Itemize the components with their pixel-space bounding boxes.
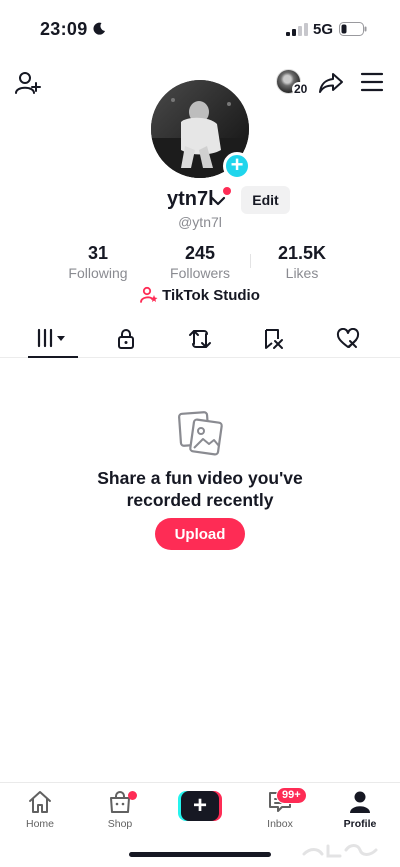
nav-home-label: Home — [25, 818, 54, 830]
lock-icon — [118, 329, 134, 349]
share-icon[interactable] — [318, 70, 344, 96]
network-label: 5G — [313, 21, 334, 38]
stat-following[interactable]: 31 Following — [48, 242, 148, 282]
add-story-button[interactable]: + — [223, 152, 251, 180]
visitor-count: 20 — [292, 82, 310, 96]
chevron-down-icon[interactable] — [210, 194, 226, 208]
name-row: ytn7l Edit — [0, 186, 400, 216]
tab-reposts[interactable] — [175, 322, 225, 358]
empty-state-line2: recorded recently — [126, 490, 274, 510]
stat-followers[interactable]: 245 Followers — [150, 242, 250, 282]
nav-inbox-label: Inbox — [267, 818, 293, 830]
display-name[interactable]: ytn7l — [167, 188, 214, 211]
watermark-logo — [302, 844, 378, 858]
tiktok-studio-link[interactable]: TikTok Studio — [140, 286, 260, 304]
stat-likes[interactable]: 21.5K Likes — [252, 242, 352, 282]
edit-profile-button[interactable]: Edit — [241, 186, 290, 214]
nav-shop-label: Shop — [107, 818, 133, 830]
empty-state-line1: Share a fun video you've — [97, 468, 303, 488]
studio-icon — [140, 286, 158, 303]
plus-icon: + — [181, 791, 219, 821]
grid-icon — [37, 328, 65, 348]
heart-icon — [336, 328, 360, 348]
create-button[interactable]: + — [178, 791, 222, 821]
upload-button[interactable]: Upload — [155, 518, 245, 550]
content-tabs — [0, 322, 400, 358]
stat-label: Following — [68, 265, 128, 281]
notification-dot — [223, 187, 231, 195]
nav-profile[interactable]: Profile — [330, 789, 390, 830]
profile-icon — [350, 791, 370, 813]
tab-private[interactable] — [101, 322, 151, 358]
shop-notification-dot — [128, 791, 137, 800]
stat-value: 21.5K — [277, 243, 327, 263]
photos-icon — [178, 411, 223, 456]
signal-icon — [286, 23, 308, 36]
tab-favorites[interactable] — [249, 322, 299, 358]
moon-icon — [93, 22, 105, 35]
tab-videos[interactable] — [28, 322, 78, 358]
bookmark-icon — [265, 329, 283, 349]
empty-state-title: Share a fun video you've recorded recent… — [0, 467, 400, 511]
nav-profile-label: Profile — [343, 818, 377, 830]
profile-views-button[interactable]: 20 — [276, 69, 312, 99]
inbox-badge: 99+ — [276, 787, 307, 804]
username: @ytn7l — [178, 214, 222, 230]
profile-avatar-wrap[interactable]: + — [151, 80, 251, 180]
tab-liked[interactable] — [323, 322, 373, 358]
stat-label: Likes — [285, 265, 319, 281]
nav-inbox[interactable]: 99+ Inbox — [250, 787, 310, 830]
stat-value: 31 — [87, 243, 109, 263]
status-time: 23:09 — [40, 19, 88, 39]
repost-icon — [189, 330, 211, 348]
nav-home[interactable]: Home — [10, 789, 70, 830]
add-friend-icon[interactable] — [14, 69, 42, 97]
battery-icon — [339, 22, 367, 36]
menu-icon[interactable] — [360, 71, 384, 93]
nav-shop[interactable]: Shop — [90, 789, 150, 830]
home-icon — [29, 791, 51, 813]
tiktok-studio-row: TikTok Studio — [0, 286, 400, 308]
status-bar: 23:09 5G — [0, 0, 400, 56]
profile-stats: 31 Following 245 Followers 21.5K Likes — [0, 242, 400, 282]
stat-value: 245 — [184, 243, 216, 263]
tiktok-studio-label: TikTok Studio — [162, 286, 260, 304]
stat-label: Followers — [170, 265, 230, 281]
stat-divider — [250, 254, 251, 268]
home-indicator — [129, 852, 271, 857]
